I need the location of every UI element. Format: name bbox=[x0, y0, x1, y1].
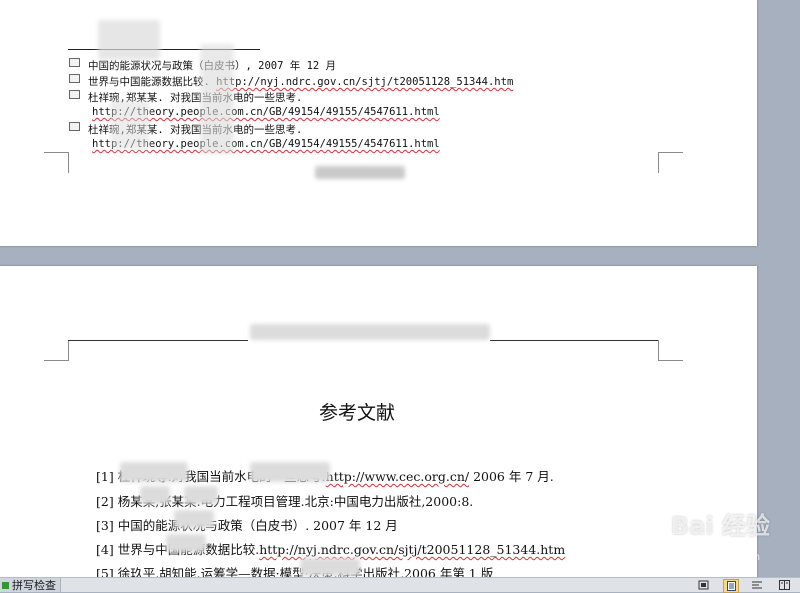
crop-mark bbox=[44, 340, 69, 361]
references-title: 参考文献 bbox=[318, 402, 395, 424]
document-page-1[interactable]: 中国的能源状况与政策（白皮书）, 2007 年 12 月 世界与中国能源数据比较… bbox=[0, 0, 757, 246]
reference-4-url[interactable]: http://nyj.ndrc.gov.cn/sjtj/t20051128_51… bbox=[259, 542, 565, 557]
web-layout-icon[interactable] bbox=[750, 579, 764, 591]
footnote-mark-icon bbox=[69, 74, 80, 83]
footnote-mark-icon bbox=[69, 58, 80, 67]
footnote-2: 世界与中国能源数据比较. http://nyj.ndrc.gov.cn/sjtj… bbox=[88, 76, 514, 88]
fullscreen-view-icon[interactable] bbox=[696, 579, 710, 591]
header-text-blur bbox=[250, 324, 490, 340]
redaction-blur bbox=[174, 510, 214, 528]
crop-mark bbox=[44, 152, 69, 173]
header-rule bbox=[490, 340, 658, 341]
reference-item-5: [5] 徐玖平,胡知能.运筹学—数据·模型·决策.科学出版社,2006 年第 1… bbox=[96, 566, 494, 577]
page-number-blur bbox=[315, 166, 405, 179]
reference-item-3: [3] 中国的能源状况与政策（白皮书）. 2007 年 12 月 bbox=[96, 518, 398, 533]
crop-mark bbox=[658, 152, 683, 173]
redaction-blur bbox=[200, 44, 234, 154]
redaction-blur bbox=[300, 558, 360, 576]
status-bar: 拼写检查 bbox=[0, 577, 800, 593]
footnote-2-url[interactable]: http://nyj.ndrc.gov.cn/sjtj/t20051128_51… bbox=[216, 76, 513, 88]
spell-check-icon bbox=[2, 581, 9, 589]
document-page-2[interactable]: 参考文献 [1] 杜祥琬等.对我国当前水电的一些思考.http://www.ce… bbox=[0, 266, 757, 577]
footnote-mark-icon bbox=[69, 122, 80, 131]
outline-view-icon[interactable] bbox=[777, 579, 791, 591]
header-rule bbox=[68, 340, 248, 341]
spell-check-button[interactable]: 拼写检查 bbox=[0, 578, 61, 592]
redaction-blur bbox=[98, 20, 160, 60]
footnote-mark-icon bbox=[69, 90, 80, 99]
redaction-blur bbox=[110, 100, 150, 150]
baidu-watermark-site: jingyan.baidu.com bbox=[667, 552, 760, 563]
redaction-blur bbox=[120, 462, 188, 482]
reference-1-url[interactable]: http://www.cec.org.cn/ bbox=[326, 469, 469, 484]
redaction-blur bbox=[184, 486, 218, 504]
baidu-watermark: Bai 经验 bbox=[670, 512, 770, 540]
redaction-blur bbox=[140, 486, 170, 504]
document-workspace[interactable]: 中国的能源状况与政策（白皮书）, 2007 年 12 月 世界与中国能源数据比较… bbox=[0, 0, 800, 577]
redaction-blur bbox=[166, 534, 206, 552]
crop-mark bbox=[658, 340, 683, 361]
redaction-blur bbox=[250, 462, 330, 482]
